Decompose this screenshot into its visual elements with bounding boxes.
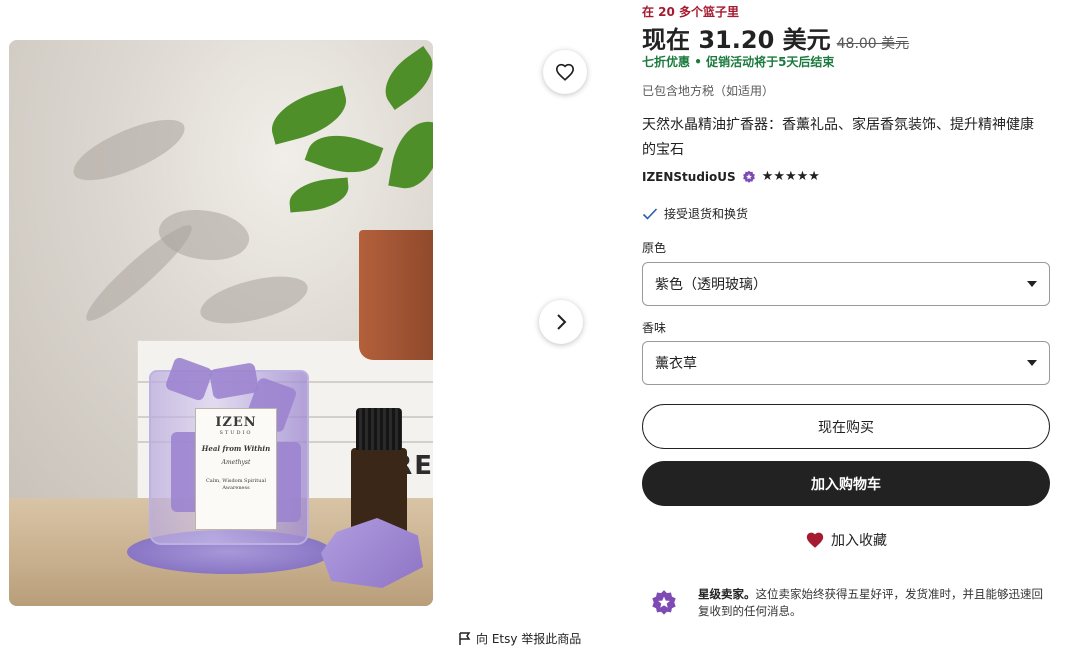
next-image-button[interactable] bbox=[539, 300, 583, 344]
sale-info: 七折优惠 • 促销活动将于5天后结束 bbox=[642, 53, 834, 70]
star-seller-title: 星级卖家。 bbox=[698, 587, 756, 601]
scent-select-value: 薰衣草 bbox=[655, 356, 697, 372]
scent-option-label: 香味 bbox=[642, 321, 667, 335]
color-select-value: 紫色（透明玻璃） bbox=[655, 277, 767, 293]
color-select[interactable]: 紫色（透明玻璃） bbox=[642, 262, 1050, 306]
sale-separator: • bbox=[694, 55, 702, 69]
caret-down-icon bbox=[1027, 360, 1037, 366]
label-stone: Amethyst bbox=[221, 459, 251, 466]
shop-name-link[interactable]: IZENStudioUS bbox=[642, 170, 736, 184]
chevron-right-icon bbox=[557, 314, 567, 330]
label-brand: IZEN bbox=[215, 415, 257, 430]
product-image[interactable]: RE IZEN STUDIO Heal from Within Amethyst… bbox=[9, 40, 433, 606]
current-price: 现在 31.20 美元 bbox=[642, 26, 831, 54]
flag-icon bbox=[459, 631, 471, 645]
product-title: 天然水晶精油扩香器：香薰礼品、家居香氛装饰、提升精神健康的宝石 bbox=[642, 117, 1034, 158]
heart-icon bbox=[555, 63, 575, 81]
star-seller-badge-icon bbox=[652, 590, 676, 615]
returns-policy: 接受退货和换货 bbox=[642, 205, 748, 222]
caret-down-icon bbox=[1027, 281, 1037, 287]
checkmark-icon bbox=[642, 207, 658, 220]
plant-pot bbox=[359, 230, 433, 360]
tax-note: 已包含地方税（如适用） bbox=[642, 84, 775, 98]
star-seller-text: 星级卖家。这位卖家始终获得五星好评，发货准时，并且能够迅速回复收到的任何消息。 bbox=[698, 586, 1050, 620]
buy-now-button[interactable]: 现在购买 bbox=[642, 404, 1050, 449]
returns-text: 接受退货和换货 bbox=[664, 207, 749, 221]
color-option-label: 原色 bbox=[642, 241, 667, 255]
rating-stars[interactable]: ★★★★★ bbox=[762, 169, 820, 184]
label-brand-sub: STUDIO bbox=[219, 430, 253, 436]
sale-ends-text: 促销活动将于5天后结束 bbox=[706, 55, 835, 69]
label-heading: Heal from Within bbox=[201, 444, 271, 453]
filled-heart-icon bbox=[806, 532, 824, 548]
in-basket-count: 在 20 多个篮子里 bbox=[642, 5, 740, 19]
add-to-favorites-button[interactable]: 加入收藏 bbox=[642, 530, 1050, 550]
favorite-button[interactable] bbox=[543, 50, 587, 94]
scent-select[interactable]: 薰衣草 bbox=[642, 341, 1050, 385]
label-small-text: Calm, Wisdom Spiritual Awareness bbox=[205, 478, 267, 491]
original-price: 48.00 美元 bbox=[836, 36, 910, 52]
star-seller-info: 星级卖家。这位卖家始终获得五星好评，发货准时，并且能够迅速回复收到的任何消息。 bbox=[650, 586, 1050, 620]
report-item-link[interactable]: 向 Etsy 举报此商品 bbox=[458, 630, 581, 647]
price-row: 现在 31.20 美元 48.00 美元 bbox=[642, 20, 909, 55]
add-to-favorites-label: 加入收藏 bbox=[831, 533, 887, 549]
jar-label: IZEN STUDIO Heal from Within Amethyst Ca… bbox=[195, 408, 277, 530]
add-to-cart-button[interactable]: 加入购物车 bbox=[642, 461, 1050, 506]
star-seller-badge-icon bbox=[742, 170, 755, 183]
discount-text: 七折优惠 bbox=[642, 55, 691, 69]
shop-info: IZENStudioUS ★★★★★ bbox=[642, 169, 820, 184]
report-item-label: 向 Etsy 举报此商品 bbox=[476, 632, 582, 646]
